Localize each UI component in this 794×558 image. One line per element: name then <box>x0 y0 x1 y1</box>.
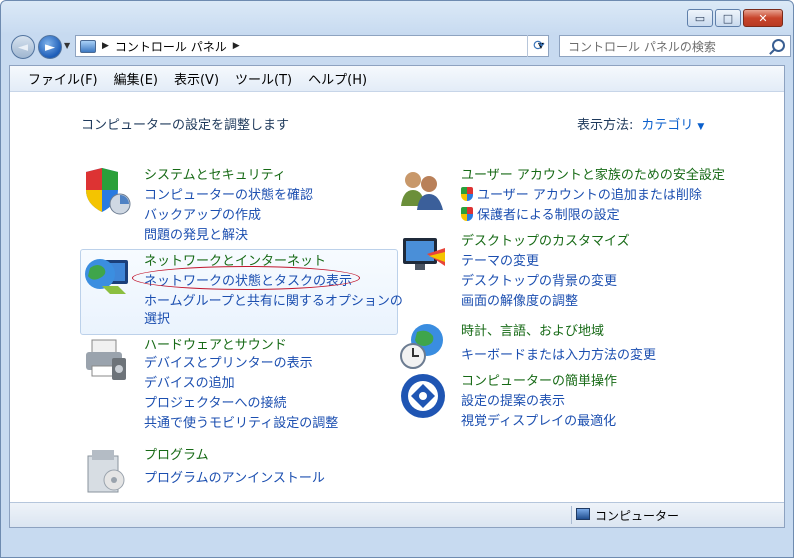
control-panel-icon <box>80 39 96 53</box>
menu-help[interactable]: ヘルプ(H) <box>300 69 375 88</box>
link[interactable]: デバイスとプリンターの表示 <box>144 352 313 371</box>
close-button[interactable]: ✕ <box>743 9 783 27</box>
recent-pages-dropdown[interactable]: ▼ <box>64 41 70 50</box>
category-title[interactable]: ハードウェアとサウンド <box>144 334 287 353</box>
menu-view[interactable]: 表示(V) <box>166 69 227 88</box>
view-by: 表示方法: カテゴリ ▼ <box>577 114 704 133</box>
program-box-icon[interactable] <box>82 446 132 496</box>
window: ▭ □ ✕ ◄ ► ▼ ▶ コントロール パネル ▶ ▼ ⟳ ファイル(F) 編… <box>0 0 794 558</box>
status-computer-label: コンピューター <box>595 509 680 523</box>
link[interactable]: デスクトップの背景の変更 <box>461 270 617 289</box>
uac-shield-icon <box>461 187 473 201</box>
link[interactable]: 共通で使うモビリティ設定の調整 <box>144 412 338 431</box>
back-button[interactable]: ◄ <box>11 35 35 59</box>
content-area: ファイル(F) 編集(E) 表示(V) ツール(T) ヘルプ(H) コンピュータ… <box>9 65 785 528</box>
shield-system-icon[interactable] <box>82 166 132 216</box>
status-divider <box>571 506 572 524</box>
category-title[interactable]: プログラム <box>144 444 209 463</box>
link[interactable]: ユーザー アカウントの追加または削除 <box>461 184 702 203</box>
category-title[interactable]: コンピューターの簡単操作 <box>461 370 617 389</box>
link[interactable]: コンピューターの状態を確認 <box>144 184 313 203</box>
link[interactable]: ホームグループと共有に関するオプションの <box>144 290 403 309</box>
link[interactable]: 画面の解像度の調整 <box>461 290 578 309</box>
chevron-right-icon[interactable]: ▶ <box>233 41 240 51</box>
users-icon[interactable] <box>399 166 449 216</box>
link[interactable]: キーボードまたは入力方法の変更 <box>461 344 656 363</box>
printer-icon[interactable] <box>82 336 132 386</box>
category-title[interactable]: 時計、言語、および地域 <box>461 320 604 339</box>
category-title[interactable]: システムとセキュリティ <box>144 164 286 183</box>
network-globe-icon[interactable] <box>82 252 132 302</box>
link[interactable]: 問題の発見と解決 <box>144 224 248 243</box>
menu-edit[interactable]: 編集(E) <box>106 69 166 88</box>
globe-clock-icon[interactable] <box>399 322 449 372</box>
link[interactable]: バックアップの作成 <box>144 204 261 223</box>
link[interactable]: 選択 <box>144 308 170 327</box>
forward-button[interactable]: ► <box>38 35 62 59</box>
navigation-bar: ◄ ► ▼ ▶ コントロール パネル ▶ ▼ ⟳ <box>9 33 791 61</box>
caption-buttons: ▭ □ ✕ <box>685 9 783 27</box>
menu-bar: ファイル(F) 編集(E) 表示(V) ツール(T) ヘルプ(H) <box>10 66 784 92</box>
menu-file[interactable]: ファイル(F) <box>20 69 106 88</box>
view-by-label: 表示方法: <box>577 118 634 133</box>
highlight-ellipse <box>132 266 360 290</box>
link[interactable]: 視覚ディスプレイの最適化 <box>461 410 616 429</box>
breadcrumb-control-panel[interactable]: コントロール パネル <box>115 38 227 55</box>
page-heading: コンピューターの設定を調整します <box>81 118 290 133</box>
category-title[interactable]: デスクトップのカスタマイズ <box>461 230 630 249</box>
search-box <box>559 35 791 57</box>
view-by-dropdown[interactable]: カテゴリ <box>641 118 693 133</box>
link[interactable]: デバイスの追加 <box>144 372 235 391</box>
status-bar: コンピューター <box>10 502 784 527</box>
uac-shield-icon <box>461 207 473 221</box>
link[interactable]: テーマの変更 <box>461 250 539 269</box>
maximize-button[interactable]: □ <box>715 9 741 27</box>
ease-of-access-icon[interactable] <box>399 372 449 422</box>
link[interactable]: プロジェクターへの接続 <box>144 392 286 411</box>
menu-tools[interactable]: ツール(T) <box>227 69 300 88</box>
link-text: ユーザー アカウントの追加または削除 <box>477 188 702 203</box>
desktop-monitor-icon[interactable] <box>399 232 449 282</box>
link-text: 保護者による制限の設定 <box>477 208 620 223</box>
link[interactable]: 保護者による制限の設定 <box>461 204 620 223</box>
computer-icon <box>576 508 590 520</box>
link[interactable]: プログラムのアンインストール <box>144 467 325 486</box>
chevron-down-icon[interactable]: ▼ <box>697 122 704 132</box>
search-icon[interactable] <box>772 39 785 52</box>
refresh-icon[interactable]: ⟳ <box>527 35 550 57</box>
minimize-button[interactable]: ▭ <box>687 9 713 27</box>
search-input[interactable] <box>566 37 770 57</box>
link[interactable]: 設定の提案の表示 <box>461 390 565 409</box>
category-title[interactable]: ユーザー アカウントと家族のための安全設定 <box>461 164 725 183</box>
address-bar[interactable]: ▶ コントロール パネル ▶ ▼ <box>75 35 549 57</box>
chevron-right-icon[interactable]: ▶ <box>102 41 109 51</box>
